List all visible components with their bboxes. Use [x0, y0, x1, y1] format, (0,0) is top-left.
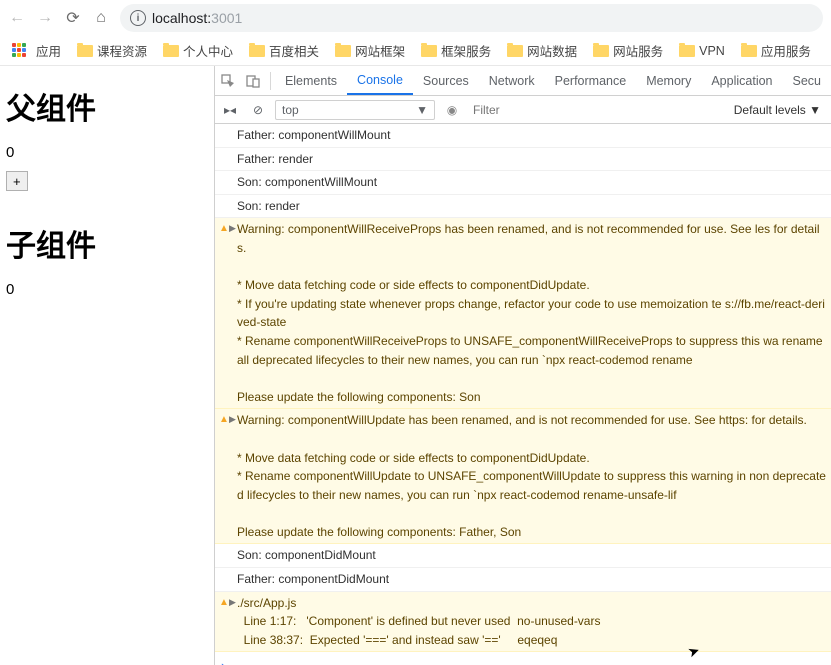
- folder-icon: [249, 45, 265, 57]
- console-output[interactable]: Father: componentWillMount Father: rende…: [215, 124, 831, 665]
- bookmark-item[interactable]: 框架服务: [415, 39, 497, 62]
- console-sidebar-toggle[interactable]: ▸◂: [219, 103, 241, 117]
- folder-icon: [679, 45, 695, 57]
- url-port: 3001: [211, 10, 242, 26]
- chevron-down-icon: ▼: [416, 103, 428, 117]
- log-line: Son: componentWillMount: [215, 171, 831, 195]
- bookmarks-bar: 应用 课程资源 个人中心 百度相关 网站框架 框架服务 网站数据 网站服务 VP…: [0, 36, 831, 66]
- log-line: Father: componentDidMount: [215, 568, 831, 592]
- folder-icon: [593, 45, 609, 57]
- apps-label: 应用: [36, 41, 61, 60]
- url-host: localhost:: [152, 10, 211, 26]
- live-expression-icon[interactable]: ◉: [441, 103, 463, 117]
- increment-button[interactable]: +: [6, 171, 28, 191]
- parent-value: 0: [6, 144, 208, 161]
- clear-console-icon[interactable]: ⊘: [247, 103, 269, 117]
- folder-icon: [163, 45, 179, 57]
- bookmark-item[interactable]: 网站数据: [501, 39, 583, 62]
- tab-memory[interactable]: Memory: [636, 66, 701, 95]
- tab-network[interactable]: Network: [479, 66, 545, 95]
- address-bar[interactable]: i localhost:3001: [120, 4, 823, 32]
- browser-nav-bar: ← → ⟳ ⌂ i localhost:3001: [0, 0, 831, 36]
- bookmark-item[interactable]: 课程资源: [71, 39, 153, 62]
- home-button[interactable]: ⌂: [92, 9, 110, 27]
- apps-icon: [12, 43, 28, 59]
- bookmark-item[interactable]: 个人中心: [157, 39, 239, 62]
- console-toolbar: ▸◂ ⊘ top ▼ ◉ Default levels ▼: [215, 96, 831, 124]
- folder-icon: [77, 45, 93, 57]
- expand-icon[interactable]: ▶: [229, 222, 236, 236]
- log-line: Son: render: [215, 195, 831, 219]
- back-button[interactable]: ←: [8, 9, 26, 27]
- filter-input[interactable]: [469, 101, 728, 119]
- log-levels-selector[interactable]: Default levels ▼: [734, 103, 827, 117]
- devtools-panel: Elements Console Sources Network Perform…: [214, 66, 831, 665]
- devtools-tabs: Elements Console Sources Network Perform…: [215, 66, 831, 96]
- warning-line: ▶./src/App.js Line 1:17: 'Component' is …: [215, 592, 831, 653]
- child-value: 0: [6, 281, 208, 298]
- forward-button[interactable]: →: [36, 9, 54, 27]
- expand-icon[interactable]: ▶: [229, 413, 236, 427]
- tab-elements[interactable]: Elements: [275, 66, 347, 95]
- tab-sources[interactable]: Sources: [413, 66, 479, 95]
- apps-button[interactable]: 应用: [6, 39, 67, 62]
- folder-icon: [507, 45, 523, 57]
- reload-button[interactable]: ⟳: [64, 9, 82, 27]
- parent-heading: 父组件: [6, 84, 208, 128]
- tab-console[interactable]: Console: [347, 66, 413, 95]
- log-line: Father: render: [215, 148, 831, 172]
- console-prompt[interactable]: ›: [215, 652, 831, 665]
- device-toggle-icon[interactable]: [241, 66, 267, 95]
- child-heading: 子组件: [6, 221, 208, 265]
- tab-application[interactable]: Application: [701, 66, 782, 95]
- warning-line: ▶Warning: componentWillReceiveProps has …: [215, 218, 831, 409]
- log-line: Son: componentDidMount: [215, 544, 831, 568]
- expand-icon[interactable]: ▶: [229, 596, 236, 610]
- warning-line: ▶Warning: componentWillUpdate has been r…: [215, 409, 831, 544]
- page-content: 父组件 0 + 子组件 0: [0, 66, 214, 665]
- folder-icon: [335, 45, 351, 57]
- folder-icon: [421, 45, 437, 57]
- inspect-icon[interactable]: [215, 66, 241, 95]
- tab-performance[interactable]: Performance: [545, 66, 637, 95]
- bookmark-item[interactable]: 网站服务: [587, 39, 669, 62]
- tab-security[interactable]: Secu: [783, 66, 831, 95]
- bookmark-item[interactable]: 应用服务: [735, 39, 817, 62]
- site-info-icon[interactable]: i: [130, 10, 146, 26]
- context-selector[interactable]: top ▼: [275, 100, 435, 120]
- folder-icon: [741, 45, 757, 57]
- bookmark-item[interactable]: VPN: [673, 42, 731, 60]
- log-line: Father: componentWillMount: [215, 124, 831, 148]
- context-value: top: [282, 103, 299, 117]
- bookmark-item[interactable]: 百度相关: [243, 39, 325, 62]
- bookmark-item[interactable]: 网站框架: [329, 39, 411, 62]
